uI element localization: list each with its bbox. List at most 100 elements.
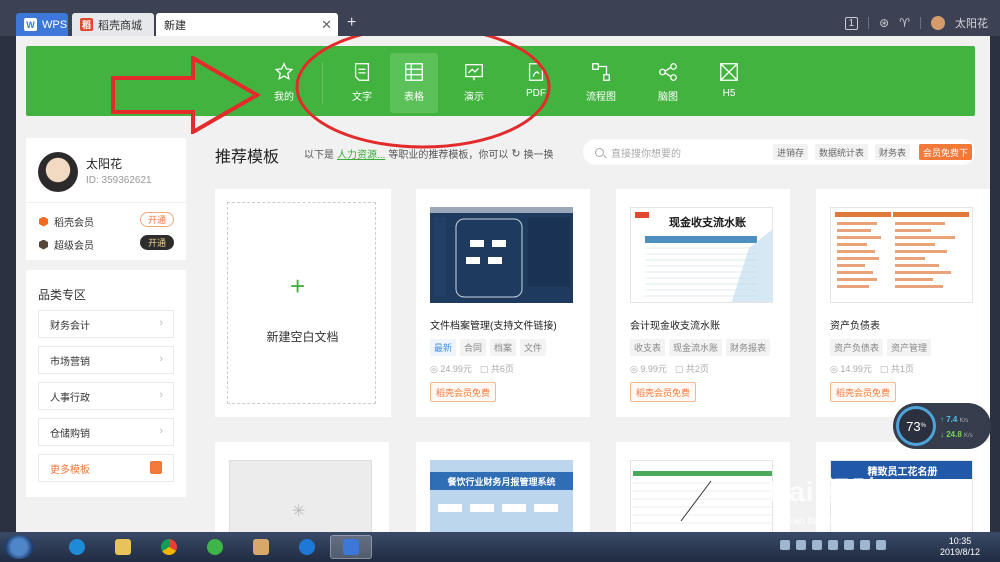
start-button[interactable] — [4, 535, 34, 559]
template-thumbnail[interactable] — [430, 207, 573, 303]
refresh-button[interactable]: 换一换 — [524, 146, 554, 161]
antivirus-icon[interactable] — [860, 540, 870, 550]
member-free-button[interactable]: 稻壳会员免费 — [830, 382, 897, 402]
profession-link[interactable]: 人力资源... — [337, 146, 385, 161]
taskbar-app-iu[interactable] — [286, 535, 328, 559]
skin-icon[interactable]: ⊛ — [879, 16, 889, 30]
shield-icon[interactable] — [812, 540, 822, 550]
avatar[interactable] — [38, 152, 78, 192]
tag[interactable]: 财务报表 — [726, 339, 771, 356]
paint-icon — [253, 539, 269, 555]
avatar[interactable] — [931, 16, 945, 30]
activate-docer-button[interactable]: 开通 — [140, 212, 174, 227]
super-membership: 超级会员 — [39, 237, 94, 252]
template-meta: ◎ 24.99元 ▢ 共6页 — [430, 362, 514, 375]
template-thumbnail[interactable] — [630, 460, 773, 532]
window-count-badge[interactable]: 1 — [844, 16, 859, 30]
template-name[interactable]: 文件档案管理(支持文件链接) — [430, 317, 557, 332]
tag[interactable]: 现金流水账 — [669, 339, 723, 356]
docer-membership: 稻壳会员 — [39, 214, 94, 229]
toolbar-item-flowchart[interactable]: 流程图 — [577, 59, 625, 113]
tab-docer-store[interactable]: 稻 稻壳商城 — [72, 13, 154, 36]
search-input[interactable]: 直接搜你想要的 — [611, 145, 681, 160]
template-card[interactable]: 资产负债表 资产负债表 资产管理 ◎ 14.99元 ▢ 共1页 稻壳会员免费 — [816, 189, 990, 417]
tab-new[interactable]: 新建 ✕ — [156, 13, 338, 36]
volume-icon[interactable] — [828, 540, 838, 550]
toolbar-item-mindmap[interactable]: 脑图 — [644, 59, 692, 113]
tab-wps[interactable]: W WPS — [16, 13, 68, 36]
new-blank-card[interactable]: + 新建空白文档 — [215, 189, 391, 417]
taskbar-app-explorer[interactable] — [102, 535, 144, 559]
category-warehouse[interactable]: 仓储购销 › — [38, 418, 174, 446]
h5-icon — [720, 63, 738, 81]
download-icon — [150, 461, 162, 474]
tag[interactable]: 档案 — [490, 339, 517, 356]
template-card[interactable]: 现金收支流水账 会计现金收支流水账 收支表 现金流水账 财务报表 ◎ 9.99元… — [616, 189, 790, 417]
docer-member-icon — [39, 216, 48, 227]
template-thumbnail[interactable]: ✳ — [229, 460, 372, 532]
flowchart-icon — [592, 63, 610, 81]
docer-icon: 稻 — [80, 18, 93, 31]
template-meta: ◎ 9.99元 ▢ 共2页 — [630, 362, 709, 375]
thumbnail-title: 现金收支流水账 — [669, 217, 746, 229]
taskbar: 10:35 2019/8/12 — [0, 532, 1000, 562]
template-card[interactable]: 文件档案管理(支持文件链接) 最新 合同 档案 文件 ◎ 24.99元 ▢ 共6… — [416, 189, 590, 417]
membership-label: 超级会员 — [54, 241, 94, 252]
member-free-button[interactable]: 稻壳会员免费 — [430, 382, 497, 402]
shirt-icon[interactable]: ♈ — [899, 16, 910, 30]
network-speed-widget[interactable]: 73% ↑ 7.4 K/s ↓ 24.8 K/s — [893, 403, 991, 449]
template-name[interactable]: 资产负债表 — [830, 317, 880, 332]
search-tag[interactable]: 进销存 — [773, 144, 809, 160]
chevron-right-icon: › — [159, 353, 163, 365]
template-card[interactable]: 餐饮行业财务月报管理系统 — [416, 442, 590, 532]
add-tab-icon[interactable]: + — [347, 14, 356, 32]
more-templates-button[interactable]: 更多模板 — [38, 454, 174, 482]
template-card[interactable] — [616, 442, 790, 532]
taskbar-app-wps[interactable] — [330, 535, 372, 559]
tag[interactable]: 资产管理 — [887, 339, 932, 356]
taskbar-app-wechat[interactable] — [194, 535, 236, 559]
search-tag[interactable]: 财务表 — [875, 144, 911, 160]
search-tag[interactable]: 数据统计表 — [815, 144, 869, 160]
template-name[interactable]: 会计现金收支流水账 — [630, 317, 720, 332]
new-blank-area[interactable]: + 新建空白文档 — [227, 202, 376, 404]
titlebar-username[interactable]: 太阳花 — [955, 15, 988, 31]
member-free-button[interactable]: 稻壳会员免费 — [630, 382, 697, 402]
vip-free-download-button[interactable]: 会员免费下 — [919, 144, 973, 160]
category-marketing[interactable]: 市场营销 › — [38, 346, 174, 374]
taskbar-app-browser[interactable] — [56, 535, 98, 559]
clock-date: 2019/8/12 — [939, 547, 981, 557]
help-icon[interactable] — [780, 540, 790, 550]
rate-unit: K/s — [959, 418, 969, 424]
speaker-icon[interactable] — [876, 540, 886, 550]
toolbar-item-h5[interactable]: H5 — [705, 59, 753, 113]
template-thumbnail[interactable]: 餐饮行业财务月报管理系统 — [430, 460, 573, 532]
price-value: 14.99元 — [840, 364, 872, 374]
tag[interactable]: 合同 — [460, 339, 487, 356]
template-card[interactable]: ✳ — [215, 442, 389, 532]
price: ◎ 9.99元 — [630, 364, 667, 374]
template-thumbnail[interactable] — [830, 207, 973, 303]
download-speed: ↓ 24.8 K/s — [940, 430, 973, 439]
taskbar-app-paint[interactable] — [240, 535, 282, 559]
template-thumbnail[interactable]: 现金收支流水账 — [630, 207, 773, 303]
activate-super-button[interactable]: 开通 — [140, 235, 174, 250]
close-icon[interactable]: ✕ — [321, 17, 332, 33]
category-hr-admin[interactable]: 人事行政 › — [38, 382, 174, 410]
thumbnail-graphic — [633, 471, 772, 524]
category-finance[interactable]: 财务会计 › — [38, 310, 174, 338]
thumbnail-graphic — [438, 504, 558, 512]
toolbar-label: 我的 — [274, 92, 294, 103]
refresh-icon[interactable]: ↻ — [511, 147, 520, 160]
taskbar-app-chrome[interactable] — [148, 535, 190, 559]
tag[interactable]: 资产负债表 — [830, 339, 884, 356]
template-search[interactable]: 直接搜你想要的 进销存 数据统计表 财务表 会员免费下 — [583, 139, 975, 165]
tag[interactable]: 收支表 — [630, 339, 666, 356]
toolbar-label: 脑图 — [658, 92, 678, 103]
clock[interactable]: 10:35 2019/8/12 — [930, 536, 990, 558]
upload-value: 7.4 — [946, 415, 958, 424]
tag[interactable]: 最新 — [430, 339, 457, 356]
wechat-tray-icon[interactable] — [844, 540, 854, 550]
network-icon[interactable] — [796, 540, 806, 550]
tag[interactable]: 文件 — [520, 339, 547, 356]
